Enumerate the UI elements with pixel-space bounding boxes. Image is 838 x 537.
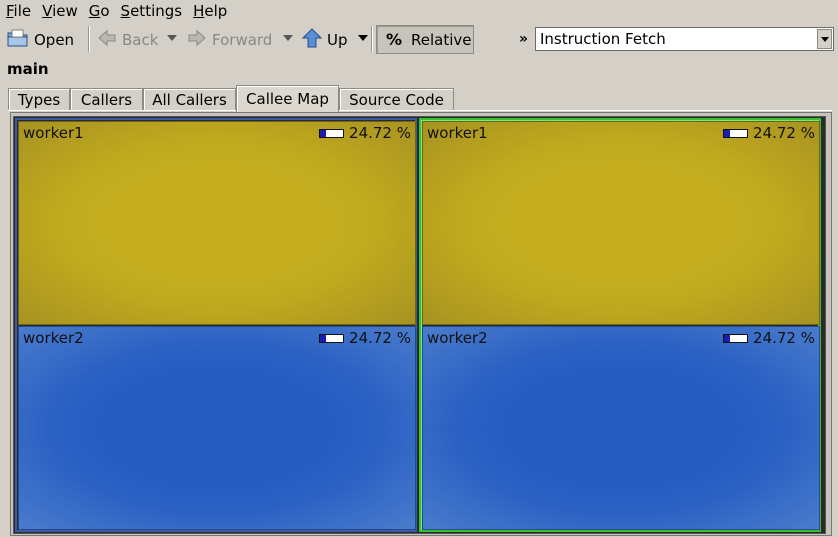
cell-function-name: worker1: [427, 124, 488, 142]
event-type-combobox[interactable]: Instruction Fetch: [535, 27, 834, 51]
cell-cost-percent: 24.72 %: [349, 329, 411, 347]
forward-label: Forward: [212, 30, 273, 49]
cell-function-name: worker2: [427, 329, 488, 347]
event-type-value: Instruction Fetch: [540, 30, 666, 48]
menu-go[interactable]: Go: [89, 2, 110, 20]
toolbar-extension-button[interactable]: »: [519, 31, 528, 47]
function-name-label: main: [7, 60, 49, 78]
menu-view[interactable]: View: [42, 2, 78, 20]
callee-map-cell-worker1[interactable]: worker1 24.72 %: [18, 121, 416, 325]
chevron-down-icon: [358, 35, 368, 41]
back-button[interactable]: Back: [97, 26, 158, 53]
back-arrow-icon: [97, 29, 117, 51]
cell-cost-percent: 24.72 %: [349, 124, 411, 142]
toolbar-separator: [371, 26, 373, 52]
open-folder-icon: [7, 28, 29, 52]
callee-map-column[interactable]: worker1 24.72 % worker2 24.72 %: [15, 118, 417, 532]
open-label: Open: [34, 30, 75, 49]
callee-map-column-selected[interactable]: worker1 24.72 % worker2 24.72 %: [419, 118, 821, 532]
relative-toggle[interactable]: % Relative: [376, 25, 474, 54]
tab-divider: [8, 110, 832, 111]
chevron-down-icon: [283, 35, 293, 41]
toolbar-separator: [88, 26, 90, 52]
cost-bar: [723, 334, 748, 343]
cost-bar-fill: [724, 130, 730, 137]
forward-arrow-icon: [187, 29, 207, 51]
up-dropdown[interactable]: [358, 35, 368, 41]
callee-map-cell-worker1[interactable]: worker1 24.72 %: [422, 121, 820, 325]
tab-types[interactable]: Types: [8, 88, 70, 111]
back-label: Back: [122, 30, 159, 49]
percent-icon: %: [386, 30, 403, 49]
cell-cost-percent: 24.72 %: [753, 124, 815, 142]
menu-help[interactable]: Help: [193, 2, 227, 20]
open-button[interactable]: Open: [7, 26, 74, 53]
tab-callee-map[interactable]: Callee Map: [236, 85, 339, 112]
forward-button[interactable]: Forward: [187, 26, 272, 53]
back-history-dropdown[interactable]: [167, 35, 177, 41]
menubar: File View Go Settings Help: [0, 0, 838, 22]
cell-cost-percent: 24.72 %: [753, 329, 815, 347]
cost-bar: [723, 129, 748, 138]
relative-label: Relative: [411, 30, 472, 49]
tab-label: All Callers: [152, 91, 227, 109]
tab-all-callers[interactable]: All Callers: [143, 88, 236, 111]
forward-history-dropdown[interactable]: [283, 35, 293, 41]
tab-source-code[interactable]: Source Code: [339, 88, 454, 111]
cell-function-name: worker2: [23, 329, 84, 347]
chevron-down-icon: [820, 36, 829, 42]
cost-bar-fill: [320, 130, 326, 137]
up-label: Up: [327, 30, 348, 49]
up-button[interactable]: Up: [301, 26, 348, 53]
cost-bar-fill: [724, 335, 730, 342]
tab-label: Callee Map: [246, 90, 329, 108]
combobox-dropdown-button[interactable]: [817, 29, 832, 49]
callee-map-cell-worker2[interactable]: worker2 24.72 %: [18, 326, 416, 530]
cost-bar: [319, 129, 344, 138]
callee-map-cell-worker2[interactable]: worker2 24.72 %: [422, 326, 820, 530]
chevron-down-icon: [167, 35, 177, 41]
menu-file[interactable]: File: [6, 2, 31, 20]
cell-function-name: worker1: [23, 124, 84, 142]
tab-label: Source Code: [349, 91, 444, 109]
tab-label: Callers: [80, 91, 133, 109]
tab-callers[interactable]: Callers: [70, 88, 143, 111]
tab-label: Types: [17, 91, 61, 109]
menu-settings[interactable]: Settings: [121, 2, 183, 20]
cost-bar-fill: [320, 335, 326, 342]
cost-bar: [319, 334, 344, 343]
up-arrow-icon: [301, 27, 323, 52]
